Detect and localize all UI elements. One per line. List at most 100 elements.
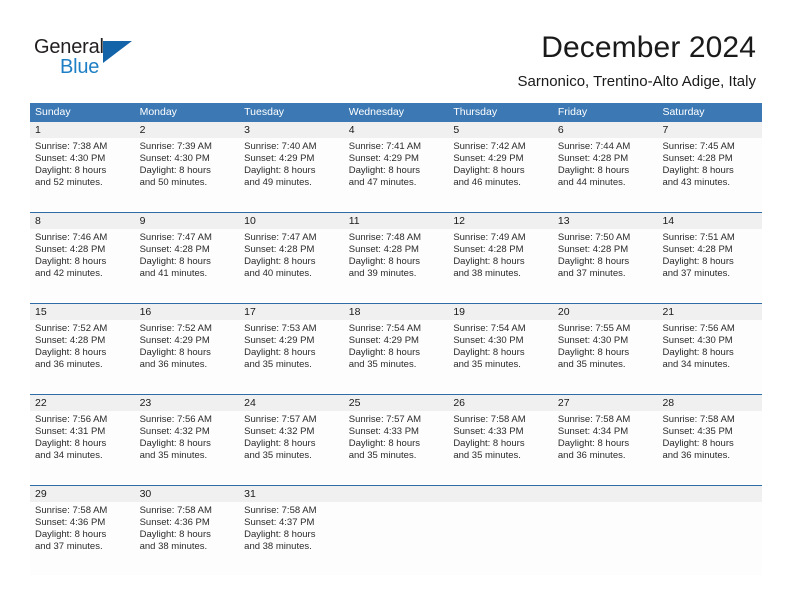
day-cell[interactable]: Sunrise: 7:46 AM Sunset: 4:28 PM Daylight:… [30, 229, 135, 302]
day-number[interactable]: 29 [30, 486, 135, 502]
weekday-header-sunday: Sunday [35, 106, 71, 118]
daylight-line2-text: and 35 minutes. [453, 450, 521, 462]
day-cell[interactable]: Sunrise: 7:58 AM Sunset: 4:36 PM Daylight:… [135, 502, 240, 575]
day-cell[interactable]: Sunrise: 7:56 AM Sunset: 4:31 PM Daylight:… [30, 411, 135, 484]
sunrise-text: Sunrise: 7:54 AM [453, 323, 526, 334]
day-number[interactable]: 19 [448, 304, 553, 320]
day-cell[interactable]: Sunrise: 7:54 AM Sunset: 4:29 PM Daylight:… [344, 320, 449, 393]
daylight-line1-text: Daylight: 8 hours [244, 347, 316, 359]
sunset-text: Sunset: 4:30 PM [557, 335, 629, 347]
day-number[interactable]: 6 [553, 122, 658, 138]
day-cell[interactable]: Sunrise: 7:52 AM Sunset: 4:29 PM Daylight:… [135, 320, 240, 393]
day-number[interactable]: 20 [553, 304, 658, 320]
daylight-line1-text: Daylight: 8 hours [662, 438, 734, 450]
day-number[interactable]: 10 [239, 213, 344, 229]
day-number[interactable]: 30 [135, 486, 240, 502]
day-number[interactable]: 23 [135, 395, 240, 411]
daylight-line2-text: and 37 minutes. [557, 268, 626, 280]
day-cell[interactable]: Sunrise: 7:56 AM Sunset: 4:30 PM Daylight:… [657, 320, 762, 393]
day-cell[interactable]: Sunrise: 7:58 AM Sunset: 4:34 PM Daylight:… [553, 411, 658, 484]
sunset-text: Sunset: 4:28 PM [35, 335, 106, 347]
day-number[interactable]: 25 [344, 395, 449, 411]
day-cell[interactable]: Sunrise: 7:55 AM Sunset: 4:30 PM Daylight:… [553, 320, 658, 393]
day-cell[interactable]: Sunrise: 7:58 AM Sunset: 4:35 PM Daylight:… [657, 411, 762, 484]
sunrise-text: Sunrise: 7:57 AM [348, 414, 422, 425]
day-cell[interactable]: Sunrise: 7:57 AM Sunset: 4:32 PM Daylight:… [239, 411, 344, 484]
day-number[interactable]: 24 [239, 395, 344, 411]
day-cell[interactable]: Sunrise: 7:56 AM Sunset: 4:32 PM Daylight:… [135, 411, 240, 484]
day-number[interactable]: 11 [344, 213, 449, 229]
day-cell[interactable]: Sunrise: 7:44 AM Sunset: 4:28 PM Daylight:… [553, 138, 658, 211]
day-number[interactable]: 12 [448, 213, 553, 229]
daylight-line2-text: and 35 minutes. [557, 359, 626, 371]
day-cell[interactable]: Sunrise: 7:58 AM Sunset: 4:37 PM Daylight:… [239, 502, 344, 575]
day-number[interactable]: 5 [448, 122, 553, 138]
day-cell[interactable]: Sunrise: 7:54 AM Sunset: 4:30 PM Daylight:… [448, 320, 553, 393]
day-cell[interactable]: Sunrise: 7:38 AM Sunset: 4:30 PM Daylight:… [30, 138, 135, 211]
day-cell[interactable]: Sunrise: 7:58 AM Sunset: 4:33 PM Daylight:… [448, 411, 553, 484]
day-number-band: 1234567 [30, 122, 762, 138]
day-cell[interactable]: Sunrise: 7:42 AM Sunset: 4:29 PM Daylight:… [448, 138, 553, 211]
day-number[interactable]: 1 [30, 122, 135, 138]
day-cell[interactable]: Sunrise: 7:51 AM Sunset: 4:28 PM Daylight:… [657, 229, 762, 302]
sunset-text: Sunset: 4:29 PM [348, 153, 419, 165]
day-number-empty [657, 486, 762, 502]
day-number[interactable]: 14 [657, 213, 762, 229]
day-cell[interactable]: Sunrise: 7:40 AM Sunset: 4:29 PM Daylight:… [239, 138, 344, 211]
day-number[interactable]: 15 [30, 304, 135, 320]
daylight-line1-text: Daylight: 8 hours [139, 165, 211, 177]
sunrise-text: Sunrise: 7:58 AM [453, 414, 526, 425]
day-number[interactable]: 28 [657, 395, 762, 411]
day-cell[interactable]: Sunrise: 7:50 AM Sunset: 4:28 PM Daylight:… [553, 229, 658, 302]
day-cell[interactable]: Sunrise: 7:39 AM Sunset: 4:30 PM Daylight:… [135, 138, 240, 211]
day-cell[interactable]: Sunrise: 7:58 AM Sunset: 4:36 PM Daylight:… [30, 502, 135, 575]
day-cell[interactable]: Sunrise: 7:57 AM Sunset: 4:33 PM Daylight:… [344, 411, 449, 484]
day-number[interactable]: 3 [239, 122, 344, 138]
page-header: General Blue December 2024 Sarnonico, Tr… [0, 0, 792, 100]
generalblue-logo[interactable]: General Blue [34, 36, 154, 82]
sunrise-text: Sunrise: 7:53 AM [244, 323, 317, 334]
day-number[interactable]: 13 [553, 213, 658, 229]
weekday-header-tuesday: Tuesday [244, 106, 285, 118]
sunrise-text: Sunrise: 7:51 AM [662, 232, 735, 243]
daylight-line1-text: Daylight: 8 hours [557, 438, 630, 450]
day-cell[interactable]: Sunrise: 7:45 AM Sunset: 4:28 PM Daylight:… [657, 138, 762, 211]
day-number[interactable]: 31 [239, 486, 344, 502]
sunrise-text: Sunrise: 7:42 AM [453, 141, 526, 152]
day-number[interactable]: 4 [344, 122, 449, 138]
day-number[interactable]: 21 [657, 304, 762, 320]
day-number[interactable]: 18 [344, 304, 449, 320]
day-number[interactable]: 7 [657, 122, 762, 138]
sunrise-text: Sunrise: 7:47 AM [139, 232, 212, 243]
day-cell[interactable]: Sunrise: 7:47 AM Sunset: 4:28 PM Daylight:… [135, 229, 240, 302]
sunset-text: Sunset: 4:28 PM [662, 153, 733, 165]
day-number[interactable]: 16 [135, 304, 240, 320]
day-cell[interactable]: Sunrise: 7:48 AM Sunset: 4:28 PM Daylight:… [344, 229, 449, 302]
daylight-line1-text: Daylight: 8 hours [662, 347, 734, 359]
day-number[interactable]: 17 [239, 304, 344, 320]
day-cell[interactable]: Sunrise: 7:47 AM Sunset: 4:28 PM Daylight:… [239, 229, 344, 302]
day-number[interactable]: 9 [135, 213, 240, 229]
day-cell[interactable]: Sunrise: 7:41 AM Sunset: 4:29 PM Daylight:… [344, 138, 449, 211]
daylight-line1-text: Daylight: 8 hours [557, 256, 630, 268]
weekday-header-friday: Friday [557, 106, 588, 118]
day-number[interactable]: 2 [135, 122, 240, 138]
daylight-line1-text: Daylight: 8 hours [453, 347, 525, 359]
day-number[interactable]: 26 [448, 395, 553, 411]
daylight-line2-text: and 35 minutes. [453, 359, 521, 371]
sunset-text: Sunset: 4:28 PM [35, 244, 106, 256]
calendar-week-row: 29 30 31 Sunrise: 7:58 AM Sunset: 4:36 PM Day… [30, 484, 762, 575]
day-number[interactable]: 27 [553, 395, 658, 411]
day-number[interactable]: 8 [30, 213, 135, 229]
sunrise-text: Sunrise: 7:58 AM [35, 505, 108, 516]
day-number-empty [448, 486, 553, 502]
daylight-line1-text: Daylight: 8 hours [348, 438, 421, 450]
daylight-line2-text: and 35 minutes. [348, 450, 417, 462]
day-number[interactable]: 22 [30, 395, 135, 411]
sunrise-text: Sunrise: 7:56 AM [139, 414, 212, 425]
sunset-text: Sunset: 4:37 PM [244, 517, 315, 529]
day-cell[interactable]: Sunrise: 7:53 AM Sunset: 4:29 PM Daylight:… [239, 320, 344, 393]
day-cell[interactable]: Sunrise: 7:52 AM Sunset: 4:28 PM Daylight:… [30, 320, 135, 393]
day-cell[interactable]: Sunrise: 7:49 AM Sunset: 4:28 PM Daylight:… [448, 229, 553, 302]
day-cell-empty [344, 502, 449, 575]
